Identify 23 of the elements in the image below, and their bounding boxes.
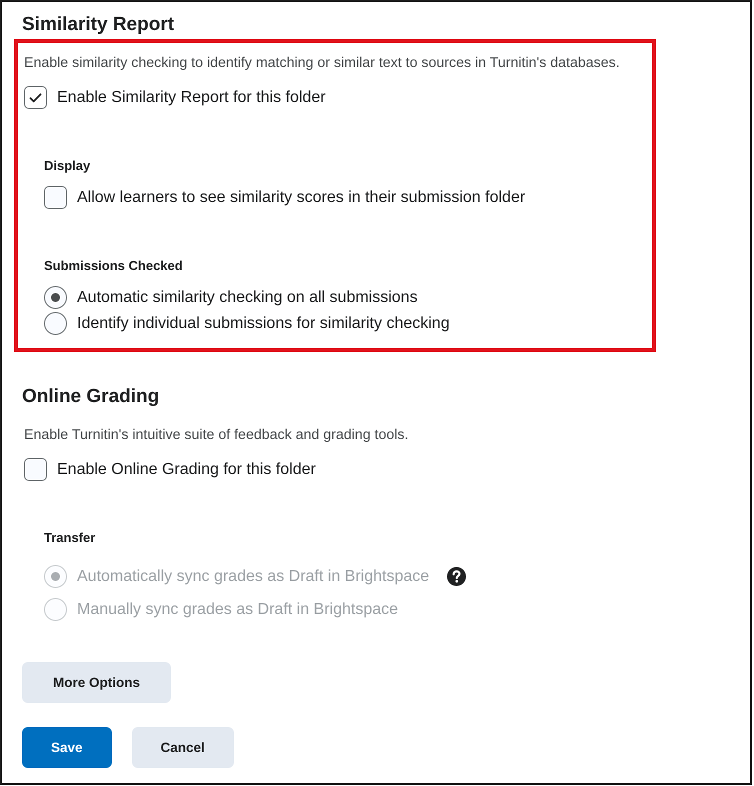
section-title: Similarity Report [22, 13, 176, 37]
more-options-button[interactable]: More Options [22, 662, 171, 703]
checkbox-label: Enable Similarity Report for this folder [57, 88, 326, 108]
radio-label: Automatically sync grades as Draft in Brightspace [77, 567, 430, 587]
section-description: Enable Turnitin's intuitive suite of feedback and grading tools. [24, 426, 410, 444]
cancel-button[interactable]: Cancel [132, 727, 234, 768]
radio-label: Automatic similarity checking on all submissions [77, 288, 418, 308]
radio-label: Manually sync grades as Draft in Brightspace [77, 600, 398, 620]
section-title: Online Grading [22, 385, 160, 409]
group-label: Submissions Checked [44, 257, 184, 275]
checkbox-label: Allow learners to see similarity scores in their submission folder [77, 188, 526, 208]
checkbox[interactable] [24, 458, 47, 481]
checkbox-label: Enable Online Grading for this folder [57, 460, 316, 480]
checkbox[interactable] [44, 186, 67, 209]
checkmark-icon [29, 92, 42, 102]
section-description: Enable similarity checking to identify matching or similar text to sources in Turnitin's databases. [24, 54, 621, 72]
checkbox[interactable] [24, 86, 47, 109]
group-label: Transfer [44, 529, 96, 547]
radio-label: Identify individual submissions for similarity checking [77, 314, 450, 334]
radio-button[interactable] [44, 312, 67, 335]
save-button[interactable]: Save [22, 727, 112, 768]
radio-button[interactable] [44, 286, 67, 309]
group-label: Display [44, 157, 92, 175]
